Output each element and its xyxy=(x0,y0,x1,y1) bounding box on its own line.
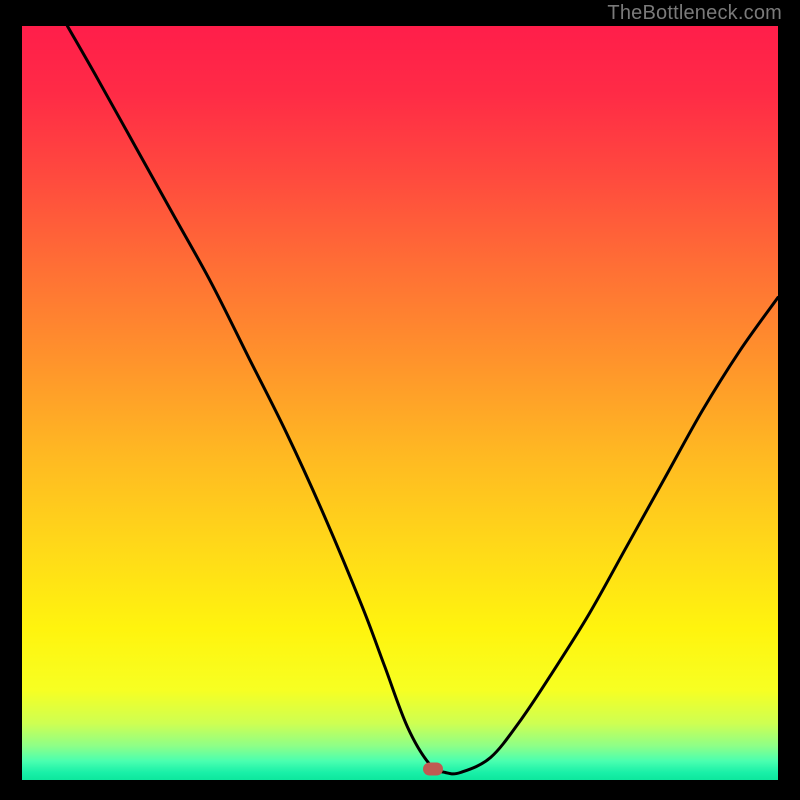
chart-frame: TheBottleneck.com xyxy=(0,0,800,800)
plot-area xyxy=(22,26,778,780)
optimal-point-marker xyxy=(423,763,443,776)
source-attribution: TheBottleneck.com xyxy=(607,2,782,25)
bottleneck-curve xyxy=(22,26,778,780)
